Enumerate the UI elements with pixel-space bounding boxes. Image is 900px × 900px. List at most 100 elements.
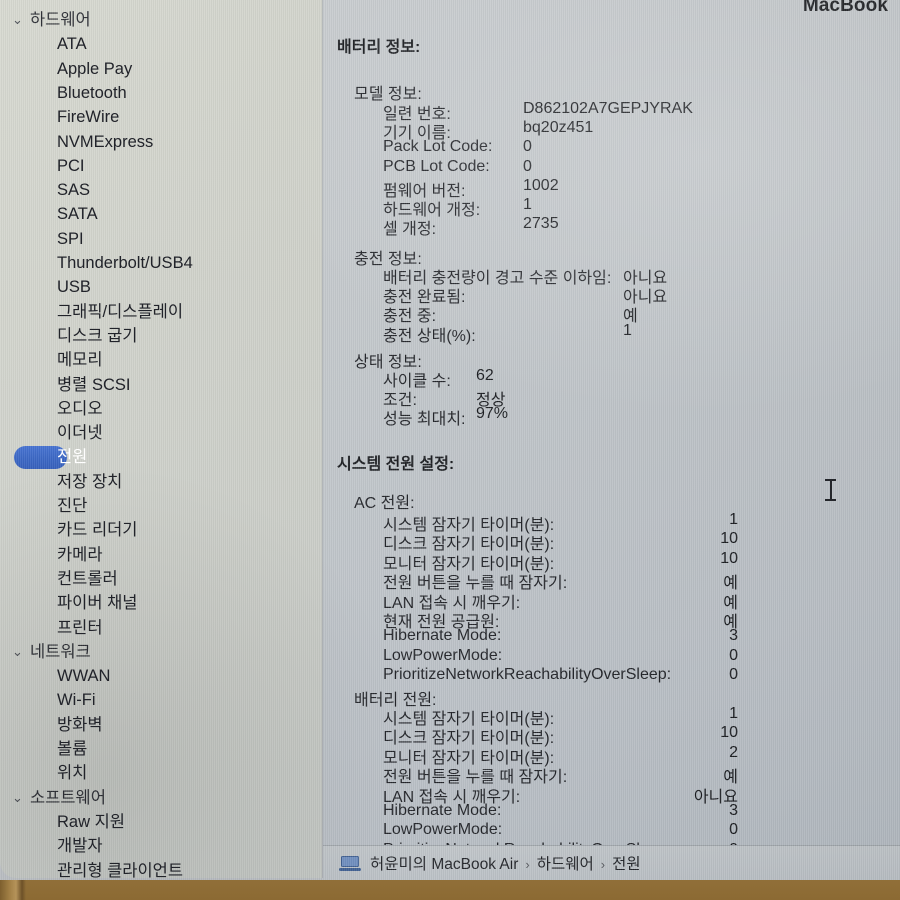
sidebar-item-병렬-scsi[interactable]: 병렬 SCSI <box>0 373 130 397</box>
breadcrumb-item[interactable]: 허윤미의 MacBook Air <box>370 856 518 873</box>
battery-power-label: Hibernate Mode: <box>383 802 502 819</box>
model-info-value: D862102A7GEPJYRAK <box>523 100 693 117</box>
sidebar-item-sata[interactable]: SATA <box>0 202 98 226</box>
sidebar-item-디스크-굽기[interactable]: 디스크 굽기 <box>0 324 137 348</box>
ac-power-value: 1 <box>729 511 738 528</box>
sidebar-item-apple-pay[interactable]: Apple Pay <box>0 57 132 81</box>
model-info-value: bq20z451 <box>523 119 594 137</box>
sidebar-item-label: 카메라 <box>57 545 103 564</box>
sidebar-item-firewire[interactable]: FireWire <box>0 105 119 129</box>
model-info-label: PCB Lot Code: <box>383 157 490 175</box>
laptop-screen: ⌄ 하드웨어 ATA Apple Pay Bluetooth FireWire NVMExp… <box>0 0 900 880</box>
sidebar-item-메모리[interactable]: 메모리 <box>0 348 103 372</box>
ac-power-heading: AC 전원: <box>354 495 415 512</box>
sidebar-item-label: ATA <box>57 35 87 54</box>
sidebar-item-label: 관리형 클라이언트 <box>57 861 184 879</box>
sidebar-item-방화벽[interactable]: 방화벽 <box>0 713 103 737</box>
sidebar-item-pci[interactable]: PCI <box>0 154 85 178</box>
sidebar-item-저장-장치[interactable]: 저장 장치 <box>0 470 122 494</box>
sidebar-group-label: 네트워크 <box>30 642 91 661</box>
sidebar-item-그래픽-디스플레이[interactable]: 그래픽/디스플레이 <box>0 300 183 324</box>
battery-info-heading: 배터리 정보: <box>337 39 421 56</box>
battery-power-value: 1 <box>729 705 738 722</box>
sidebar-item-컨트롤러[interactable]: 컨트롤러 <box>0 567 118 591</box>
model-info-value: 0 <box>523 157 532 175</box>
window-title: MacBook <box>802 0 888 16</box>
chevron-down-icon[interactable]: ⌄ <box>12 8 30 32</box>
sidebar-item-label: WWAN <box>57 667 111 686</box>
ac-power-label: PrioritizeNetworkReachabilityOverSleep: <box>383 666 672 684</box>
health-info-value: 97% <box>476 405 509 423</box>
sidebar-item-label: NVMExpress <box>57 132 154 151</box>
model-info-value: 1002 <box>523 176 559 194</box>
sidebar-item-label: 이더넷 <box>57 424 103 443</box>
sidebar-item-thunderbolt-usb4[interactable]: Thunderbolt/USB4 <box>0 251 193 275</box>
sidebar-item-raw-지원[interactable]: Raw 지원 <box>0 810 125 834</box>
model-info-label: Pack Lot Code: <box>383 138 493 156</box>
ac-power-label: LowPowerMode: <box>383 646 503 664</box>
sidebar-item-오디오[interactable]: 오디오 <box>0 397 103 421</box>
system-information-window: ⌄ 하드웨어 ATA Apple Pay Bluetooth FireWire NVMExp… <box>0 0 900 880</box>
sidebar-item-볼륨[interactable]: 볼륨 <box>0 737 87 761</box>
charge-info-value: 1 <box>623 321 632 339</box>
breadcrumb-item[interactable]: 전원 <box>612 856 641 873</box>
sidebar-item-label: 볼륨 <box>57 740 88 758</box>
ac-power-value: 10 <box>720 549 738 567</box>
sidebar[interactable]: ⌄ 하드웨어 ATA Apple Pay Bluetooth FireWire NVMExp… <box>0 0 322 878</box>
health-info-value: 62 <box>476 367 494 384</box>
chevron-down-icon[interactable]: ⌄ <box>12 786 30 810</box>
sidebar-item-프린터[interactable]: 프린터 <box>0 616 103 640</box>
breadcrumb-items[interactable]: 허윤미의 MacBook Air › 하드웨어 › 전원 <box>370 852 641 874</box>
sidebar-item-wwan[interactable]: WWAN <box>0 664 110 688</box>
sidebar-item-label: Raw 지원 <box>57 812 125 831</box>
battery-power-label: LowPowerMode: <box>383 821 503 839</box>
sidebar-item-관리형-클라이언트[interactable]: 관리형 클라이언트 <box>0 859 183 879</box>
sidebar-item-개발자[interactable]: 개발자 <box>0 834 103 858</box>
sidebar-item-bluetooth[interactable]: Bluetooth <box>0 81 127 105</box>
ac-power-value: 10 <box>720 530 738 548</box>
sidebar-group-label: 하드웨어 <box>30 11 91 29</box>
photo-of-screen: ⌄ 하드웨어 ATA Apple Pay Bluetooth FireWire NVMExp… <box>0 0 900 900</box>
ac-power-value: 0 <box>729 666 738 684</box>
ac-power-label: Hibernate Mode: <box>383 627 502 645</box>
battery-power-value: 0 <box>729 821 738 839</box>
sidebar-item-label: 병렬 SCSI <box>57 375 131 394</box>
sidebar-item-spi[interactable]: SPI <box>0 227 84 251</box>
sidebar-item-카드-리더기[interactable]: 카드 리더기 <box>0 518 137 542</box>
chevron-down-icon[interactable]: ⌄ <box>12 640 30 664</box>
sidebar-item-전원[interactable]: 전원 <box>0 445 87 470</box>
ac-power-value: 3 <box>729 627 738 645</box>
sidebar-item-nvmexpress[interactable]: NVMExpress <box>0 130 153 154</box>
content-pane: MacBook 배터리 정보: 모델 정보: 일련 번호: D862102A7GEPJ… <box>323 0 900 845</box>
sidebar-item-wi-fi[interactable]: Wi-Fi <box>0 688 95 712</box>
sidebar-item-label: PCI <box>57 156 85 175</box>
model-info-value: 2735 <box>523 215 559 233</box>
sidebar-item-파이버-채널[interactable]: 파이버 채널 <box>0 591 137 615</box>
sidebar-item-label: 카드 리더기 <box>57 521 138 540</box>
breadcrumb[interactable]: 허윤미의 MacBook Air › 하드웨어 › 전원 <box>323 845 900 880</box>
sidebar-group-2[interactable]: ⌄ 네트워크 <box>0 640 91 664</box>
sidebar-item-이더넷[interactable]: 이더넷 <box>0 421 103 445</box>
sidebar-item-카메라[interactable]: 카메라 <box>0 543 103 567</box>
sidebar-item-label: SATA <box>57 205 98 224</box>
sidebar-group-1[interactable]: ⌄ 하드웨어 <box>0 8 91 32</box>
battery-power-value: 3 <box>729 802 738 819</box>
sidebar-item-ata[interactable]: ATA <box>0 32 87 56</box>
breadcrumb-separator: › <box>525 857 530 872</box>
health-info-label: 성능 최대치: <box>383 411 466 429</box>
sidebar-item-진단[interactable]: 진단 <box>0 494 87 518</box>
power-settings-heading: 시스템 전원 설정: <box>337 456 455 473</box>
sidebar-item-위치[interactable]: 위치 <box>0 761 87 785</box>
sidebar-item-usb[interactable]: USB <box>0 275 91 299</box>
laptop-icon <box>339 855 361 871</box>
sidebar-item-label: SAS <box>57 181 91 200</box>
sidebar-group-3[interactable]: ⌄ 소프트웨어 <box>0 786 106 810</box>
sidebar-item-label: 방화벽 <box>57 715 103 734</box>
sidebar-item-sas[interactable]: SAS <box>0 178 90 202</box>
breadcrumb-item[interactable]: 하드웨어 <box>537 856 594 873</box>
sidebar-item-label: 그래픽/디스플레이 <box>57 302 184 321</box>
breadcrumb-separator: › <box>600 857 606 872</box>
sidebar-item-label: USB <box>57 278 91 297</box>
sidebar-item-label: Bluetooth <box>57 83 127 102</box>
sidebar-item-label: 오디오 <box>57 399 103 418</box>
